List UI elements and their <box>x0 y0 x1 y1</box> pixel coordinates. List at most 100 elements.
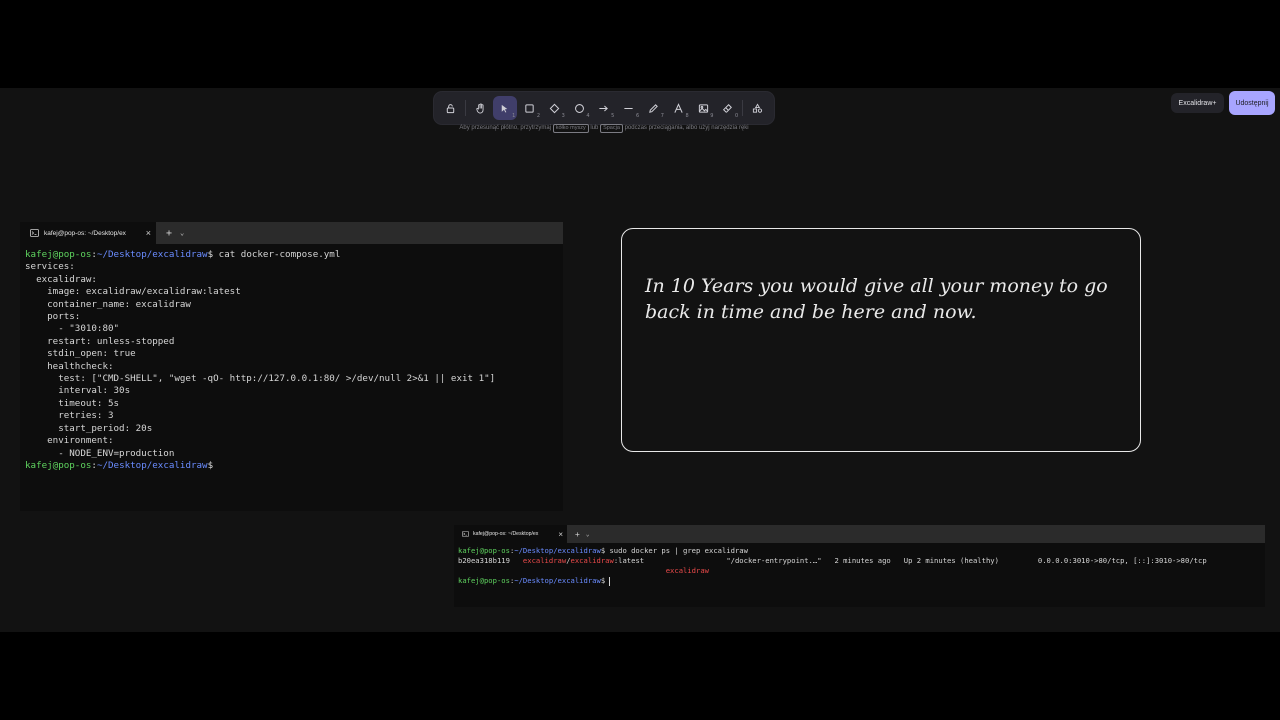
terminal-icon <box>462 531 469 537</box>
prompt-symbol: $ <box>207 459 214 471</box>
prompt-user: kafej@pop-os <box>458 576 510 585</box>
hand-icon <box>476 102 484 114</box>
shortcut-number: 4 <box>586 113 590 119</box>
pencil-icon <box>649 103 658 113</box>
wrap-padding <box>458 566 666 575</box>
output-line: restart: unless-stopped <box>25 335 175 347</box>
command-line: kafej@pop-os:~/Desktop/excalidraw$ sudo … <box>458 546 1261 556</box>
output-line: ports: <box>25 311 81 323</box>
prompt-user: kafej@pop-os <box>25 459 92 471</box>
hint-key: Spacja <box>600 124 623 133</box>
terminal-tab-title: kafej@pop-os: ~/Desktop/ex <box>473 531 539 537</box>
image-icon <box>698 103 708 113</box>
shapes-library-icon <box>752 102 763 113</box>
ellipse-icon <box>574 103 584 113</box>
new-tab-icon[interactable]: + <box>166 228 172 239</box>
prompt-symbol: $ <box>600 576 606 585</box>
prompt-user: kafej@pop-os <box>25 249 92 260</box>
eraser-tool-button[interactable]: 0 <box>715 96 740 120</box>
shortcut-number: 9 <box>710 113 714 119</box>
image-name: excalidraw <box>522 556 567 565</box>
output-line: - NODE_ENV=production <box>25 447 175 459</box>
output-line: healthcheck: <box>25 360 114 372</box>
canvas-hint: Aby przesunąć płótno, przytrzymaj kółko … <box>434 124 774 133</box>
arrow-tool-button[interactable]: 5 <box>592 96 617 120</box>
eraser-icon <box>723 103 733 113</box>
shortcut-number: 0 <box>735 113 739 119</box>
lock-tool-button[interactable] <box>438 96 463 120</box>
output-line: environment: <box>25 435 114 447</box>
shortcut-number: 7 <box>660 113 664 119</box>
text-tool-button[interactable]: 8 <box>666 96 691 120</box>
terminal-icon <box>30 229 39 237</box>
shortcut-number: 8 <box>685 113 689 119</box>
docker-ps-row-wrap: excalidraw <box>458 566 1261 576</box>
prompt-line: kafej@pop-os:~/Desktop/excalidraw$ <box>458 576 1261 586</box>
hint-text: lub <box>590 125 599 131</box>
terminal-tab-title: kafej@pop-os: ~/Desktop/ex <box>44 229 126 237</box>
arrow-icon <box>599 105 609 111</box>
chevron-down-icon[interactable]: ⌄ <box>180 229 184 237</box>
hand-tool-button[interactable] <box>468 96 493 120</box>
output-line: test: ["CMD-SHELL", "wget -qO- http://12… <box>25 373 496 385</box>
toolbar-divider <box>742 100 744 116</box>
output-line: stdin_open: true <box>25 348 136 360</box>
rectangle-icon <box>525 103 534 113</box>
text-card[interactable]: In 10 Years you would give all your mone… <box>621 228 1141 452</box>
terminal-output: kafej@pop-os:~/Desktop/excalidraw$ sudo … <box>454 543 1265 589</box>
hint-text: podczas przeciągania, albo użyj narzędzi… <box>624 125 749 131</box>
hint-key: kółko myszy <box>552 124 589 133</box>
docker-ps-row: b20ea318b119 excalidraw/excalidraw:lates… <box>458 556 1261 566</box>
text-cursor <box>609 576 611 586</box>
shortcut-number: 1 <box>512 113 516 119</box>
image-tool-button[interactable]: 9 <box>691 96 716 120</box>
container-status: "/docker-entrypoint.…" 2 minutes ago Up … <box>644 556 1207 565</box>
prompt-path: ~/Desktop/excalidraw <box>514 546 601 555</box>
pencil-tool-button[interactable]: 7 <box>641 96 666 120</box>
card-quote-text[interactable]: In 10 Years you would give all your mone… <box>645 273 1135 325</box>
command-text: cat docker-compose.yml <box>213 249 341 260</box>
chevron-down-icon[interactable]: ⌄ <box>586 531 590 538</box>
line-icon <box>624 107 633 109</box>
command-line: kafej@pop-os:~/Desktop/excalidraw$ cat d… <box>25 249 558 261</box>
shortcut-number: 6 <box>635 113 640 119</box>
container-id: b20ea318b119 <box>458 556 523 565</box>
hint-text: Aby przesunąć płótno, przytrzymaj <box>459 125 552 131</box>
close-icon[interactable]: × <box>146 228 151 238</box>
excalidraw-canvas[interactable]: 1 2 3 4 5 6 7 8 9 0 Aby przesunąć płótno… <box>0 88 1280 632</box>
output-line: excalidraw: <box>25 273 97 285</box>
share-button[interactable]: Udostępnij <box>1229 91 1275 115</box>
prompt-path: ~/Desktop/excalidraw <box>514 576 601 585</box>
text-icon <box>674 102 683 113</box>
output-line: start_period: 20s <box>25 422 153 434</box>
output-line: services: <box>25 261 75 273</box>
shape-toolbar: 1 2 3 4 5 6 7 8 9 0 <box>434 92 774 124</box>
shapes-library-button[interactable] <box>745 96 770 120</box>
terminal-tab[interactable]: kafej@pop-os: ~/Desktop/ex × <box>454 525 567 543</box>
container-name: excalidraw <box>665 566 709 575</box>
excalidraw-plus-button[interactable]: Excalidraw+ <box>1171 93 1224 113</box>
close-icon[interactable]: × <box>558 530 563 539</box>
ellipse-tool-button[interactable]: 4 <box>567 96 592 120</box>
diamond-icon <box>549 103 560 113</box>
terminal-window[interactable]: kafej@pop-os: ~/Desktop/ex × + ⌄ kafej@p… <box>454 525 1265 607</box>
prompt-user: kafej@pop-os <box>458 546 510 555</box>
toolbar-divider <box>464 100 466 116</box>
terminal-window[interactable]: kafej@pop-os: ~/Desktop/ex × + ⌄ kafej@p… <box>20 222 563 511</box>
terminal-tab-bar: kafej@pop-os: ~/Desktop/ex × + ⌄ <box>454 525 1265 543</box>
terminal-tab[interactable]: kafej@pop-os: ~/Desktop/ex × <box>20 222 156 244</box>
terminal-output: kafej@pop-os:~/Desktop/excalidraw$ cat d… <box>20 244 563 477</box>
selection-tool-button[interactable]: 1 <box>492 96 518 120</box>
output-line: retries: 3 <box>25 410 114 422</box>
shortcut-number: 2 <box>536 113 541 119</box>
shortcut-number: 3 <box>561 113 565 119</box>
diamond-tool-button[interactable]: 3 <box>542 96 567 120</box>
output-line: image: excalidraw/excalidraw:latest <box>25 286 241 298</box>
image-name: excalidraw <box>570 556 614 565</box>
new-tab-icon[interactable]: + <box>575 530 580 539</box>
rectangle-tool-button[interactable]: 2 <box>517 96 542 120</box>
output-line: - "3010:80" <box>25 323 120 335</box>
output-line: timeout: 5s <box>25 397 120 409</box>
prompt-path: ~/Desktop/excalidraw <box>96 249 208 260</box>
line-tool-button[interactable]: 6 <box>616 96 641 120</box>
